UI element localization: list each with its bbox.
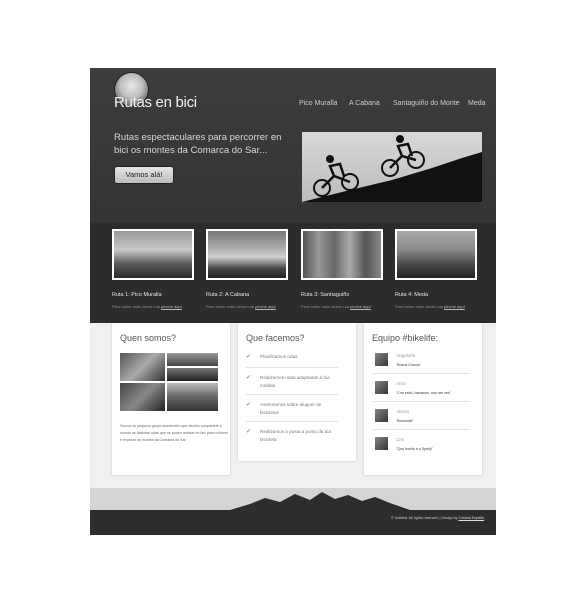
avatar[interactable] [375, 437, 388, 450]
site-logo-text[interactable]: Rutas en bici [114, 94, 197, 111]
route-thumbnail[interactable] [301, 229, 383, 280]
check-icon: ✔ [246, 429, 252, 435]
route-more-text: Para saber máis desta ruta [395, 304, 444, 309]
route-title: Ruta 3: Santiaguiño [301, 292, 350, 298]
mountains-icon [90, 492, 496, 510]
divider [372, 401, 470, 402]
service-item: ✔ Realizamos a posta a punto da túa bicic… [246, 428, 340, 444]
service-item-text: Realizamos rutas adaptadas á túa medida [260, 375, 330, 388]
route-title: Ruta 4: Meda [395, 292, 429, 298]
route-title: Ruta 2: A Cabana [206, 292, 250, 298]
service-item: ✔ Planificamos rutas [246, 353, 340, 361]
route-more-info: Para saber máis desta ruta pinche aquí [301, 304, 371, 309]
route-more-link[interactable]: pinche aquí [444, 304, 465, 309]
team-photo-grid [120, 353, 218, 411]
divider [246, 367, 338, 368]
nav-link-a-cabana[interactable]: A Cabana [349, 100, 380, 107]
team-card: Equipo #bikelife: Angelaño "Bosos Crosos… [364, 323, 482, 475]
member-quote: "Bosos Crosos" [396, 363, 421, 367]
route-title: Ruta 1: Pico Muralla [112, 292, 162, 298]
route-more-link[interactable]: pinche aquí [255, 304, 276, 309]
member-name[interactable]: Álvaro [396, 409, 409, 414]
route-more-text: Para saber máis desta ruta [112, 304, 161, 309]
hero-banner-image [302, 132, 482, 202]
route-more-info: Para saber máis desta ruta pinche aquí [112, 304, 182, 309]
avatar[interactable] [375, 353, 388, 366]
about-text: Somos un pequeno grupo aventureiro que d… [120, 424, 228, 442]
mountain-footer-decoration [90, 488, 496, 510]
about-card: Quen somos? Somos un pequeno grupo avent… [112, 323, 230, 475]
member-name[interactable]: Cris [396, 437, 404, 442]
nav-link-pico-muralla[interactable]: Pico Muralla [299, 100, 338, 107]
service-item-text: Planificamos rutas [260, 354, 298, 359]
team-title: Equipo #bikelife: [372, 333, 439, 343]
services-title: Que facemos? [246, 333, 305, 343]
footer-designer-link[interactable]: Cristina Espiells [458, 516, 484, 520]
route-more-info: Para saber máis desta ruta pinche aquí [206, 304, 276, 309]
member-quote: "Con estio, baixando, non me ves" [396, 391, 451, 395]
cyclists-silhouette-icon [302, 135, 482, 202]
about-title: Quen somos? [120, 333, 177, 343]
divider [372, 373, 470, 374]
member-quote: "Bouroulle" [396, 419, 414, 423]
route-more-text: Para saber máis desta ruta [301, 304, 350, 309]
member-quote: "Que bonito é o Spelly" [396, 447, 433, 451]
member-name[interactable]: Aroa [396, 381, 406, 386]
route-thumbnail[interactable] [112, 229, 194, 280]
check-icon: ✔ [246, 402, 252, 408]
route-thumbnail[interactable] [395, 229, 477, 280]
member-name[interactable]: Angelaño [396, 353, 415, 358]
divider [246, 421, 338, 422]
route-thumbnail[interactable] [206, 229, 288, 280]
service-item: ✔ Asesoramos sobre aluguer de bicicletas [246, 401, 340, 417]
divider [246, 394, 338, 395]
divider [372, 429, 470, 430]
route-more-link[interactable]: pinche aquí [350, 304, 371, 309]
nav-link-meda[interactable]: Meda [468, 100, 486, 107]
check-icon: ✔ [246, 354, 252, 360]
nav-link-santiaguino[interactable]: Santaguiño do Monte [393, 100, 460, 107]
hero-tagline: Rutas espectaculares para percorrer en b… [114, 132, 282, 156]
avatar[interactable] [375, 381, 388, 394]
route-more-text: Para saber máis desta ruta [206, 304, 255, 309]
site-footer: © Untitled. All rights reserved. | Desig… [90, 510, 496, 535]
vamos-ala-button[interactable]: Vamos alá! [114, 166, 174, 184]
service-item-text: Asesoramos sobre aluguer de bicicletas [260, 402, 322, 415]
footer-text: © Untitled. All rights reserved. | Desig… [391, 516, 458, 520]
service-item: ✔ Realizamos rutas adaptadas á túa medida [246, 374, 340, 390]
route-more-info: Para saber máis desta ruta pinche aquí [395, 304, 465, 309]
page-container: Rutas en bici Pico Muralla A Cabana Sant… [90, 68, 496, 535]
footer-copyright: © Untitled. All rights reserved. | Desig… [391, 516, 484, 520]
route-more-link[interactable]: pinche aquí [161, 304, 182, 309]
service-item-text: Realizamos a posta a punto da túa bicicl… [260, 429, 331, 442]
hero-section: Rutas en bici Pico Muralla A Cabana Sant… [90, 68, 496, 223]
avatar[interactable] [375, 409, 388, 422]
services-card: Que facemos? ✔ Planificamos rutas ✔ Realiz… [238, 323, 356, 461]
check-icon: ✔ [246, 375, 252, 381]
